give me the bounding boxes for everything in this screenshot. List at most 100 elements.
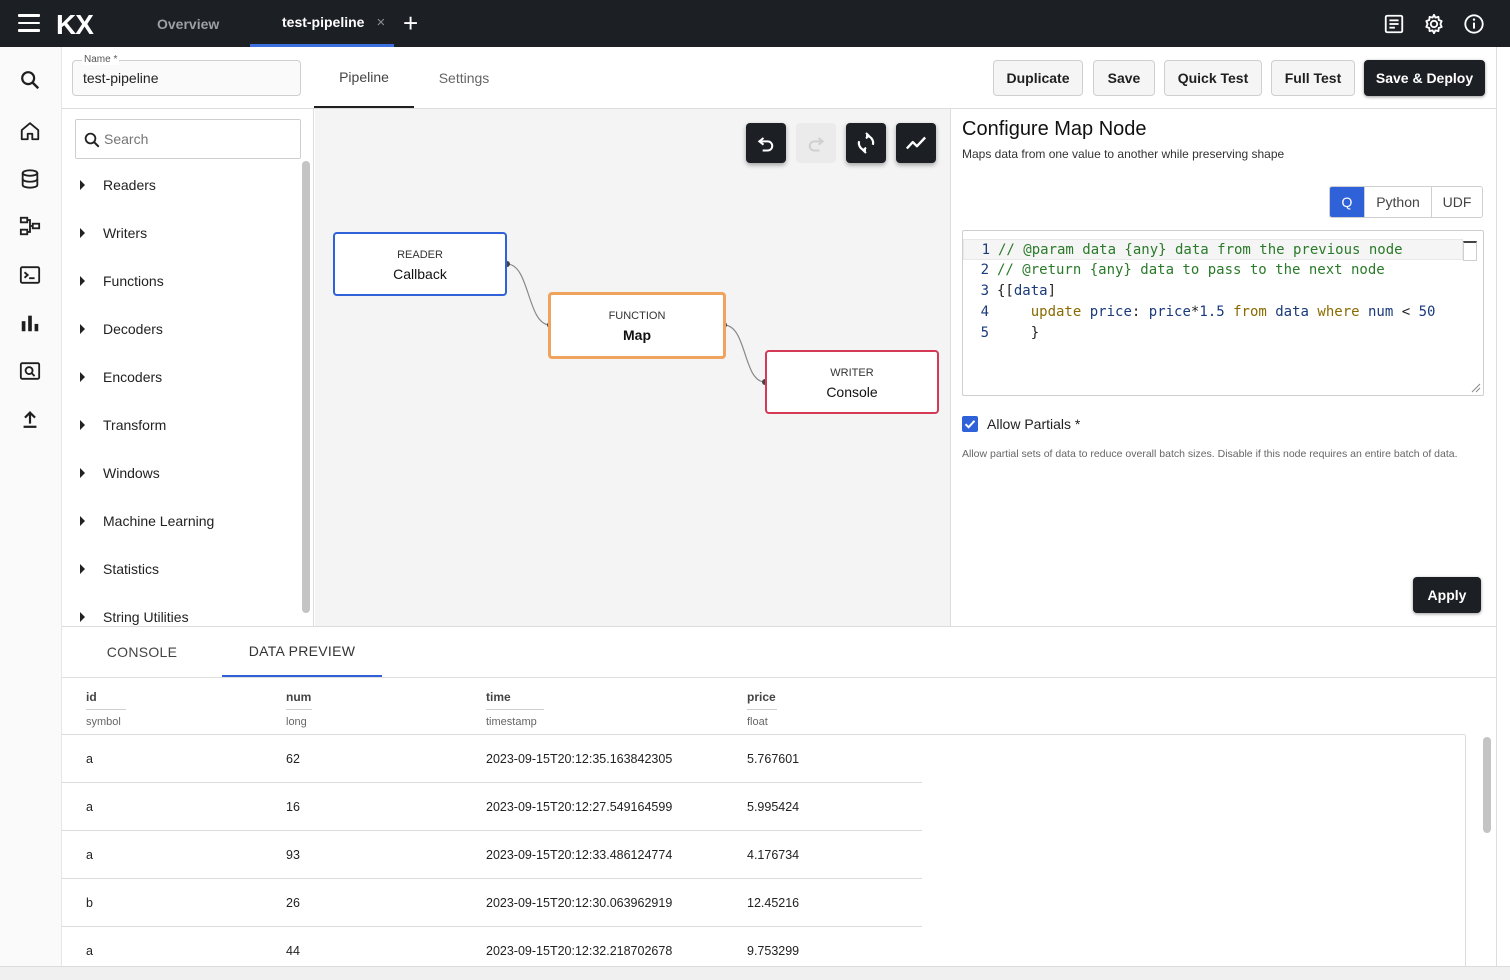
menu-icon[interactable] — [18, 14, 40, 34]
tab-settings[interactable]: Settings — [414, 47, 514, 108]
code-token: < — [1401, 304, 1411, 320]
palette-item-readers[interactable]: Readers — [80, 173, 156, 197]
code-token: from — [1233, 304, 1267, 320]
palette-item-label: Encoders — [103, 369, 163, 385]
code-line-3: 3 {[data] — [963, 281, 1056, 302]
redo-icon — [808, 137, 825, 152]
home-icon[interactable] — [19, 120, 41, 142]
document-icon[interactable] — [1383, 13, 1405, 35]
pipeline-header: Name * Pipeline Settings Duplicate Save … — [62, 47, 1510, 109]
line-number: 3 — [980, 283, 989, 299]
name-field[interactable]: Name * — [72, 54, 301, 96]
node-type: FUNCTION — [608, 310, 666, 322]
palette-item-label: Windows — [103, 465, 160, 481]
table-scroll-track — [1465, 735, 1466, 967]
lang-q-button[interactable]: Q — [1330, 187, 1365, 217]
lang-udf-button[interactable]: UDF — [1432, 187, 1482, 217]
palette-search[interactable] — [75, 119, 301, 159]
cell-price: 5.767601 — [747, 752, 800, 766]
left-rail — [0, 47, 62, 980]
horizontal-scrollbar[interactable] — [0, 966, 1510, 980]
palette-item-encoders[interactable]: Encoders — [80, 365, 162, 389]
bar-chart-icon[interactable] — [19, 312, 41, 334]
expand-icon — [80, 228, 85, 238]
apply-button[interactable]: Apply — [1413, 577, 1481, 613]
full-test-button[interactable]: Full Test — [1271, 60, 1355, 96]
palette-item-machine-learning[interactable]: Machine Learning — [80, 509, 214, 533]
chart-line-button[interactable] — [896, 123, 936, 163]
save-button[interactable]: Save — [1093, 60, 1155, 96]
node-reader-callback[interactable]: READER Callback — [333, 232, 507, 296]
undo-icon — [757, 137, 774, 152]
redo-button[interactable] — [796, 123, 836, 163]
palette-item-functions[interactable]: Functions — [80, 269, 164, 293]
code-token: 50 — [1418, 304, 1436, 320]
palette-item-transform[interactable]: Transform — [80, 413, 166, 437]
column-header-time[interactable]: time — [486, 690, 544, 710]
palette-item-decoders[interactable]: Decoders — [80, 317, 163, 341]
node-type: READER — [397, 249, 443, 261]
tab-test-pipeline-label: test-pipeline — [282, 14, 365, 30]
palette-scrollbar[interactable] — [302, 161, 310, 613]
column-header-num[interactable]: num — [286, 690, 312, 710]
tab-overview[interactable]: Overview — [157, 0, 219, 47]
configure-node-panel: Configure Map Node Maps data from one va… — [950, 109, 1496, 626]
right-edge — [1496, 47, 1510, 966]
palette-item-label: Machine Learning — [103, 513, 215, 529]
chart-line-icon — [905, 136, 927, 150]
expand-icon — [80, 516, 85, 526]
code-editor[interactable]: 1 // @param data {any} data from the prev… — [962, 230, 1484, 396]
table-row[interactable]: a 16 2023-09-15T20:12:27.549164599 5.995… — [62, 783, 922, 831]
node-writer-console[interactable]: WRITER Console — [765, 350, 939, 414]
tab-data-preview[interactable]: DATA PREVIEW — [222, 627, 382, 677]
search-icon[interactable] — [19, 69, 41, 91]
code-token: price — [1089, 304, 1132, 320]
refresh-layout-button[interactable] — [846, 123, 886, 163]
duplicate-button[interactable]: Duplicate — [993, 60, 1083, 96]
column-header-id[interactable]: id — [86, 690, 126, 710]
add-tab-button[interactable]: + — [403, 8, 418, 39]
table-row[interactable]: b 26 2023-09-15T20:12:30.063962919 12.45… — [62, 879, 922, 927]
cell-id: a — [86, 848, 93, 862]
table-row[interactable]: a 93 2023-09-15T20:12:33.486124774 4.176… — [62, 831, 922, 879]
close-tab-icon[interactable]: × — [376, 14, 385, 31]
palette-item-string-utilities[interactable]: String Utilities — [80, 605, 189, 626]
column-type-time: timestamp — [486, 716, 537, 728]
table-scrollbar[interactable] — [1483, 737, 1491, 833]
cell-time: 2023-09-15T20:12:32.218702678 — [486, 944, 673, 958]
cell-time: 2023-09-15T20:12:33.486124774 — [486, 848, 673, 862]
editor-minimap[interactable] — [1463, 241, 1477, 261]
palette-item-statistics[interactable]: Statistics — [80, 557, 159, 581]
pipeline-canvas[interactable]: READER Callback FUNCTION Map WRITER Cons… — [315, 109, 950, 626]
info-icon[interactable] — [1463, 13, 1485, 35]
allow-partials-checkbox[interactable] — [962, 416, 978, 432]
lang-python-button[interactable]: Python — [1365, 187, 1432, 217]
palette-item-label: Readers — [103, 177, 156, 193]
undo-button[interactable] — [746, 123, 786, 163]
column-header-price[interactable]: price — [747, 690, 777, 710]
palette-item-writers[interactable]: Writers — [80, 221, 147, 245]
node-function-map[interactable]: FUNCTION Map — [548, 292, 726, 359]
name-input[interactable] — [83, 70, 283, 86]
save-deploy-button[interactable]: Save & Deploy — [1364, 60, 1485, 96]
terminal-icon[interactable] — [19, 264, 41, 286]
palette-search-input[interactable] — [104, 131, 284, 147]
gear-icon[interactable] — [1423, 13, 1445, 35]
resize-handle-icon[interactable] — [1471, 383, 1481, 393]
database-icon[interactable] — [19, 168, 41, 190]
tab-pipeline[interactable]: Pipeline — [314, 47, 414, 108]
tab-test-pipeline[interactable]: test-pipeline × — [250, 0, 394, 47]
query-icon[interactable] — [19, 360, 41, 382]
expand-icon — [80, 324, 85, 334]
refresh-layout-icon — [857, 132, 875, 154]
node-type: WRITER — [830, 367, 874, 379]
table-row[interactable]: a 62 2023-09-15T20:12:35.163842305 5.767… — [62, 735, 922, 783]
palette-item-windows[interactable]: Windows — [80, 461, 160, 485]
cell-id: b — [86, 896, 93, 910]
pipeline-icon[interactable] — [19, 215, 41, 237]
palette-item-label: Statistics — [103, 561, 160, 577]
kx-logo[interactable]: KX — [56, 9, 94, 41]
upload-icon[interactable] — [19, 408, 41, 430]
tab-console[interactable]: CONSOLE — [62, 627, 222, 677]
quick-test-button[interactable]: Quick Test — [1164, 60, 1262, 96]
